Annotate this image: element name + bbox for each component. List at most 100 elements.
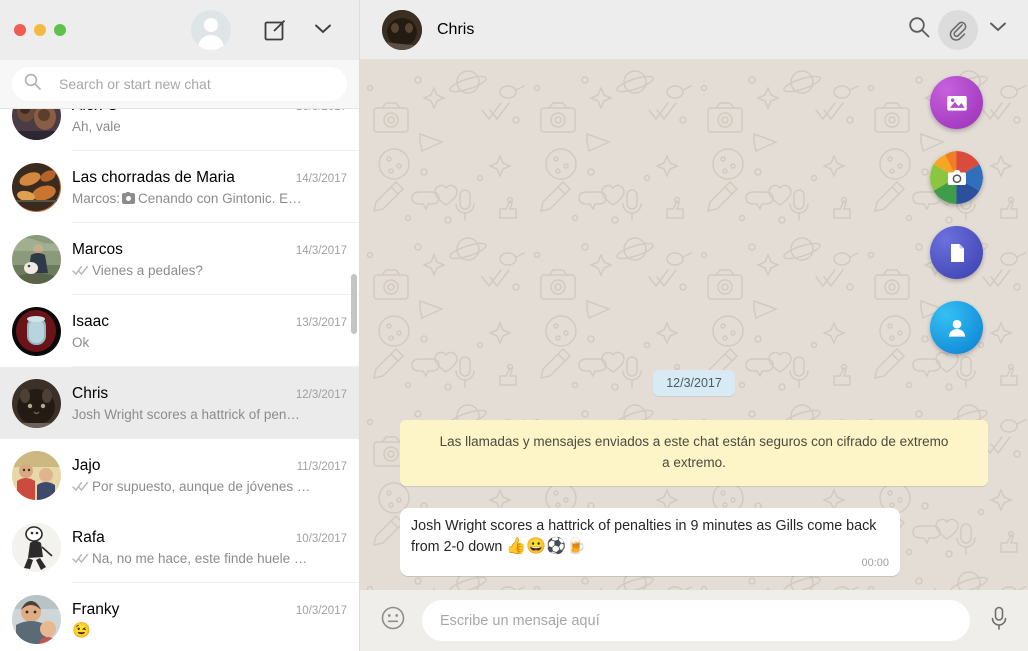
- chat-timestamp: 16/3/2017: [296, 109, 347, 113]
- photos-video-button[interactable]: [930, 76, 983, 129]
- chat-timestamp: 14/3/2017: [295, 244, 347, 257]
- chat-preview-text: Ok: [72, 334, 90, 350]
- chat-name: Marcos: [72, 240, 123, 258]
- date-divider: 12/3/2017: [400, 370, 988, 397]
- close-window-button[interactable]: [14, 24, 26, 36]
- camera-icon: [122, 192, 136, 204]
- minimize-window-button[interactable]: [34, 24, 46, 36]
- chat-timestamp: 10/3/2017: [295, 532, 347, 545]
- message-text: Josh Wright scores a hattrick of penalti…: [411, 517, 877, 556]
- chat-timestamp: 11/3/2017: [296, 460, 347, 473]
- chat-preview-text: Vienes a pedales?: [92, 262, 203, 278]
- franky-avatar: [12, 594, 61, 644]
- attachment-menu: [930, 76, 983, 354]
- chat-name: Franky: [72, 600, 120, 618]
- alex-avatar: [12, 109, 61, 140]
- search-icon: [24, 73, 41, 95]
- chat-list-item-alex-g[interactable]: Alex G 16/3/2017 Ah, vale: [0, 109, 359, 151]
- chat-preview: Por supuesto, aunque de jóvenes …: [72, 479, 347, 494]
- chat-list-item-header: Rafa 10/3/2017: [72, 529, 347, 547]
- chat-preview-text: Josh Wright scores a hattrick of pen…: [72, 406, 300, 422]
- microphone-icon[interactable]: [988, 605, 1010, 636]
- chat-list-scroll-container: Alex G 16/3/2017 Ah, vale Las chorradas de …: [0, 109, 359, 651]
- search-icon[interactable]: [908, 16, 930, 43]
- chat-list-item-las-chorradas-de-maria[interactable]: Las chorradas de Maria 14/3/2017 Marcos: Ce…: [0, 151, 359, 223]
- paperclip-icon[interactable]: [938, 9, 978, 50]
- sidebar: Alex G 16/3/2017 Ah, vale Las chorradas de …: [0, 0, 360, 651]
- search-input[interactable]: [59, 76, 335, 92]
- chat-list-scrollbar[interactable]: [351, 274, 357, 334]
- chat-preview: Ah, vale: [72, 119, 347, 134]
- image-icon: [946, 95, 967, 111]
- chris-avatar: [12, 378, 61, 428]
- chat-list-item-content: Alex G 16/3/2017 Ah, vale: [72, 109, 359, 134]
- chat-list-item-content: Franky 10/3/2017 😉: [72, 601, 359, 638]
- smiley-icon[interactable]: [380, 605, 406, 636]
- message-input[interactable]: [422, 600, 970, 641]
- chat-list-item-content: Chris 12/3/2017 Josh Wright scores a hattr…: [72, 385, 359, 422]
- conversation-panel: Chris 12/3/2017 Las llamadas y mensajes …: [360, 0, 1028, 651]
- chat-preview-text: Cenando con Gintonic. E…: [138, 190, 302, 206]
- message-list: 12/3/2017 Las llamadas y mensajes enviad…: [360, 60, 1028, 590]
- chat-name: Chris: [72, 384, 109, 402]
- chat-preview-emoji: 😉: [72, 621, 91, 639]
- document-button[interactable]: [930, 226, 983, 279]
- chat-list-item-content: Jajo 11/3/2017 Por supuesto, aunque de jóv…: [72, 457, 359, 494]
- chat-preview-text: Ah, vale: [72, 118, 121, 134]
- contact-button[interactable]: [930, 301, 983, 354]
- chat-preview: Ok: [72, 335, 347, 350]
- chat-name: Las chorradas de Maria: [72, 168, 235, 186]
- marcos-avatar: [12, 234, 61, 284]
- document-icon: [950, 243, 964, 262]
- chat-list-item-marcos[interactable]: Marcos 14/3/2017 Vienes a pedales?: [0, 223, 359, 295]
- chat-list-item-header: Isaac 13/3/2017: [72, 313, 347, 331]
- camera-button[interactable]: [930, 151, 983, 204]
- read-receipt-icon: [72, 553, 89, 564]
- chevron-down-icon[interactable]: [313, 22, 333, 41]
- chevron-down-icon[interactable]: [988, 20, 1008, 39]
- chat-list-item-rafa[interactable]: Rafa 10/3/2017 Na, no me hace, este finde …: [0, 511, 359, 583]
- camera-icon: [947, 169, 966, 185]
- chat-list-item-jajo[interactable]: Jajo 11/3/2017 Por supuesto, aunque de jóv…: [0, 439, 359, 511]
- encryption-notice: Las llamadas y mensajes enviados a este …: [400, 420, 988, 486]
- chat-name: Alex G: [72, 109, 290, 115]
- peer-avatar[interactable]: [382, 9, 422, 50]
- person-icon: [948, 319, 965, 337]
- chat-name: Isaac: [72, 312, 110, 330]
- chat-timestamp: 14/3/2017: [295, 172, 347, 185]
- avatar-head: [204, 18, 218, 32]
- read-receipt-icon: [72, 265, 89, 276]
- peer-name: Chris: [437, 20, 475, 38]
- my-profile-avatar[interactable]: [191, 10, 231, 50]
- message-area: 12/3/2017 Las llamadas y mensajes enviad…: [360, 60, 1028, 590]
- chat-preview: Josh Wright scores a hattrick of pen…: [72, 407, 347, 422]
- chat-list-item-header: Marcos 14/3/2017: [72, 241, 347, 259]
- search-box[interactable]: [12, 67, 347, 101]
- chat-preview-sender: Marcos:: [72, 190, 121, 206]
- chat-preview: Na, no me hace, este finde huele …: [72, 551, 347, 566]
- chat-list-item-header: Chris 12/3/2017: [72, 385, 347, 403]
- whatsapp-window: Alex G 16/3/2017 Ah, vale Las chorradas de …: [0, 0, 1028, 651]
- new-chat-icon[interactable]: [263, 18, 287, 47]
- maria-group-avatar: [12, 162, 61, 212]
- window-controls: [0, 24, 66, 36]
- chat-list-item-chris[interactable]: Chris 12/3/2017 Josh Wright scores a hattr…: [0, 367, 359, 439]
- rafa-avatar: [12, 522, 61, 572]
- message-bubble-incoming[interactable]: Josh Wright scores a hattrick of penalti…: [400, 507, 900, 576]
- isaac-avatar: [12, 306, 61, 356]
- chat-preview: Marcos: Cenando con Gintonic. E…: [72, 191, 347, 206]
- chat-list-item-franky[interactable]: Franky 10/3/2017 😉: [0, 583, 359, 651]
- chat-timestamp: 13/3/2017: [295, 316, 347, 329]
- chat-timestamp: 10/3/2017: [295, 604, 347, 617]
- chat-list-item-content: Marcos 14/3/2017 Vienes a pedales?: [72, 241, 359, 278]
- chat-preview: 😉: [72, 623, 347, 638]
- chat-list-item-isaac[interactable]: Isaac 13/3/2017 Ok: [0, 295, 359, 367]
- chat-list[interactable]: Alex G 16/3/2017 Ah, vale Las chorradas de …: [0, 109, 359, 651]
- chat-timestamp: 12/3/2017: [295, 388, 347, 401]
- message-emojis: 👍😀⚽🍺: [506, 538, 587, 556]
- chat-name: Jajo: [72, 456, 101, 474]
- chat-list-item-content: Rafa 10/3/2017 Na, no me hace, este finde …: [72, 529, 359, 566]
- maximize-window-button[interactable]: [54, 24, 66, 36]
- conversation-header: Chris: [360, 0, 1028, 60]
- chat-list-item-header: Jajo 11/3/2017: [72, 457, 347, 475]
